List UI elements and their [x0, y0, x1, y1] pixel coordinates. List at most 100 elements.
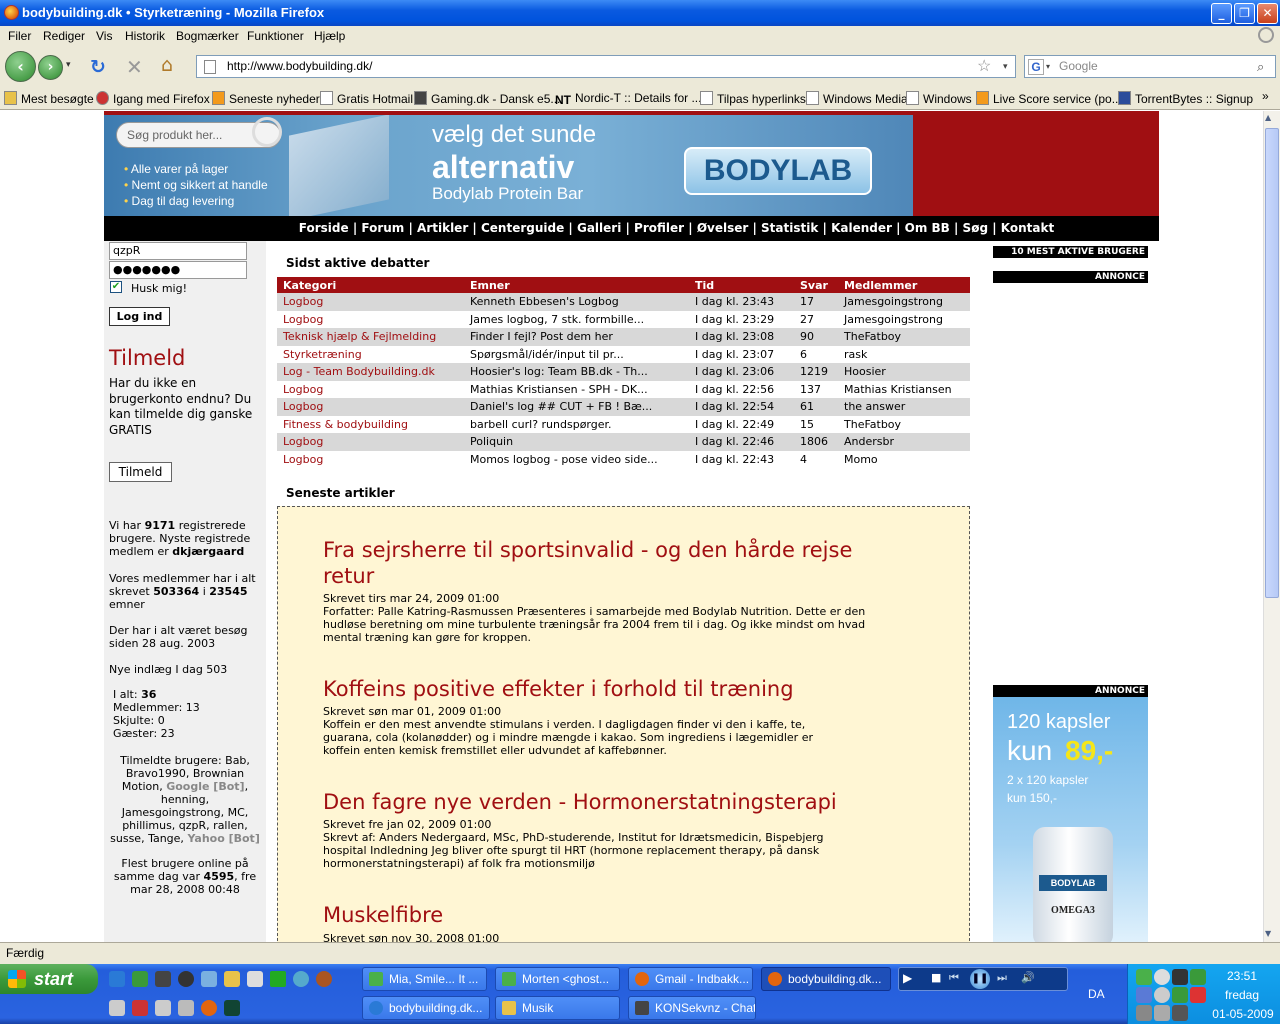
folder-icon[interactable] [224, 971, 240, 987]
bookmarks-overflow-chevron[interactable]: » [1262, 89, 1269, 103]
home-icon[interactable]: ⌂ [161, 54, 173, 76]
bookmark-gaming-dk[interactable]: Gaming.dk - Dansk e5... [414, 91, 560, 106]
menu-historik[interactable]: Historik [125, 29, 165, 43]
forward-button[interactable]: › [38, 55, 63, 80]
username-input[interactable]: qzpR [109, 242, 247, 260]
volume-icon[interactable]: 🔊 [1021, 971, 1035, 984]
article-title[interactable]: Muskelfibre [323, 902, 863, 928]
row-category[interactable]: Log - Team Bodybuilding.dk [277, 363, 464, 381]
stop-icon[interactable]: ✕ [126, 55, 143, 79]
menu-filer[interactable]: Filer [8, 29, 31, 43]
table-row[interactable]: Logbog Mathias Kristiansen - SPH - DK... I… [277, 380, 970, 398]
table-row[interactable]: Teknisk hjælp & Fejlmelding Finder I fejl… [277, 328, 970, 346]
table-row[interactable]: Logbog Momos logbog - pose video side... I… [277, 450, 970, 468]
task-musik[interactable]: Musik [495, 996, 620, 1020]
row-category[interactable]: Logbog [277, 450, 464, 468]
clock-time[interactable]: 23:51 [1212, 969, 1272, 983]
google-engine-icon[interactable]: G [1028, 59, 1044, 75]
site-nav-links[interactable]: Forside | Forum | Artikler | Centerguide… [299, 221, 1054, 235]
bookmark-live-score[interactable]: Live Score service (po... [976, 91, 1122, 106]
row-category[interactable]: Fitness & bodybuilding [277, 415, 464, 433]
quicklaunch-icon[interactable] [155, 1000, 171, 1016]
bookmark-star-icon[interactable]: ☆ [977, 56, 991, 77]
article-title[interactable]: Fra sejrsherre til sportsinvalid - og de… [323, 537, 863, 589]
play-icon[interactable]: ▶ [903, 971, 912, 985]
quicklaunch-icon[interactable] [178, 971, 194, 987]
quicklaunch-icon[interactable] [132, 971, 148, 987]
quicklaunch-icon[interactable] [178, 1000, 194, 1016]
reload-icon[interactable]: ↻ [90, 56, 106, 78]
article-title[interactable]: Koffeins positive effekter i forhold til… [323, 676, 863, 702]
menu-vis[interactable]: Vis [96, 29, 112, 43]
row-category[interactable]: Teknisk hjælp & Fejlmelding [277, 328, 464, 346]
menu-rediger[interactable]: Rediger [43, 29, 85, 43]
scroll-down-arrow-icon[interactable]: ▼ [1265, 929, 1271, 938]
row-category[interactable]: Styrketræning [277, 345, 464, 363]
close-button[interactable]: ✕ [1257, 3, 1278, 24]
firefox-icon[interactable] [201, 1000, 217, 1016]
quicklaunch-icon[interactable] [224, 1000, 240, 1016]
table-row[interactable]: Log - Team Bodybuilding.dk Hoosier's log:… [277, 363, 970, 381]
task-chat[interactable]: KONSekvnz - Chat [628, 996, 756, 1020]
table-row[interactable]: Styrketræning Spørgsmål/idér/input til pr… [277, 345, 970, 363]
row-topic[interactable]: barbell curl? rundspørger. [464, 415, 689, 433]
next-icon[interactable]: ⏭ [997, 971, 1007, 985]
search-magnifier-icon[interactable]: ⌕ [1257, 56, 1264, 77]
quicklaunch-icon[interactable] [247, 971, 263, 987]
row-category[interactable]: Logbog [277, 310, 464, 328]
url-bar[interactable]: http://www.bodybuilding.dk/ ☆ ▾ [196, 55, 1016, 78]
back-button[interactable]: ‹ [5, 51, 36, 82]
tray-icon[interactable] [1190, 987, 1206, 1003]
row-topic[interactable]: Poliquin [464, 433, 689, 451]
tray-icon[interactable] [1136, 969, 1152, 985]
tray-icon[interactable] [1136, 1005, 1152, 1021]
tray-icon[interactable] [1172, 969, 1188, 985]
bookmark-seneste-nyheder[interactable]: Seneste nyheder [212, 91, 320, 106]
row-category[interactable]: Logbog [277, 398, 464, 416]
row-topic[interactable]: Spørgsmål/idér/input til pr... [464, 345, 689, 363]
engine-dropdown-icon[interactable]: ▾ [1046, 56, 1050, 77]
row-topic[interactable]: James logbog, 7 stk. formbille... [464, 310, 689, 328]
quicklaunch-icon[interactable] [109, 1000, 125, 1016]
tray-icon[interactable] [1172, 987, 1188, 1003]
task-gmail[interactable]: Gmail - Indbakk... [628, 967, 753, 991]
bookmark-igang-med-firefox[interactable]: Igang med Firefox [96, 91, 210, 106]
menu-bogmaerker[interactable]: Bogmærker [176, 29, 239, 43]
ie-icon[interactable] [109, 971, 125, 987]
online-user-bot[interactable]: Google [Bot] [166, 780, 244, 793]
quicklaunch-icon[interactable] [201, 971, 217, 987]
online-user-bot[interactable]: Yahoo [Bot] [187, 832, 259, 845]
site-navigation[interactable]: Forside | Forum | Artikler | Centerguide… [104, 216, 1159, 241]
table-row[interactable]: Logbog Poliquin I dag kl. 22:46 1806 Andersb… [277, 433, 970, 451]
language-indicator[interactable]: DA [1088, 987, 1105, 1001]
login-button[interactable]: Log ind [109, 307, 170, 326]
bodylab-banner-ad[interactable]: Søg produkt her... • Alle varer på lager… [104, 115, 913, 216]
task-bodybuilding-firefox[interactable]: bodybuilding.dk... [761, 967, 891, 991]
table-row[interactable]: Logbog Kenneth Ebbesen's Logbog I dag kl. … [277, 293, 970, 311]
signup-button[interactable]: Tilmeld [109, 462, 172, 482]
previous-icon[interactable]: ⏮ [949, 971, 959, 985]
row-category[interactable]: Logbog [277, 433, 464, 451]
bookmark-gratis-hotmail[interactable]: Gratis Hotmail [320, 91, 413, 106]
task-msn-1[interactable]: Mia, Smile... It ... [362, 967, 487, 991]
row-topic[interactable]: Hoosier's log: Team BB.dk - Th... [464, 363, 689, 381]
row-topic[interactable]: Kenneth Ebbesen's Logbog [464, 293, 689, 311]
tray-icon[interactable] [1136, 987, 1152, 1003]
menu-hjaelp[interactable]: Hjælp [314, 29, 345, 43]
task-bodybuilding-ie[interactable]: bodybuilding.dk... [362, 996, 490, 1020]
row-topic[interactable]: Mathias Kristiansen - SPH - DK... [464, 380, 689, 398]
article-title[interactable]: Den fagre nye verden - Hormonerstatnings… [323, 789, 883, 815]
scroll-up-arrow-icon[interactable]: ▲ [1265, 113, 1271, 122]
table-row[interactable]: Logbog James logbog, 7 stk. formbille... I… [277, 310, 970, 328]
remember-checkbox[interactable]: ✔ [110, 281, 122, 293]
quicklaunch-icon[interactable] [270, 971, 286, 987]
pause-icon[interactable]: ❚❚ [970, 969, 990, 989]
bookmark-windows-media[interactable]: Windows Media [806, 91, 908, 106]
bookmark-torrentbytes[interactable]: TorrentBytes :: Signup [1118, 91, 1253, 106]
task-msn-2[interactable]: Morten <ghost... [495, 967, 620, 991]
bookmark-tilpas-hyperlinks[interactable]: Tilpas hyperlinks [700, 91, 806, 106]
tray-icon[interactable] [1154, 969, 1170, 985]
quicklaunch-icon[interactable] [316, 971, 332, 987]
url-dropdown-icon[interactable]: ▾ [1003, 56, 1008, 77]
maximize-button[interactable]: ❐ [1234, 3, 1255, 24]
